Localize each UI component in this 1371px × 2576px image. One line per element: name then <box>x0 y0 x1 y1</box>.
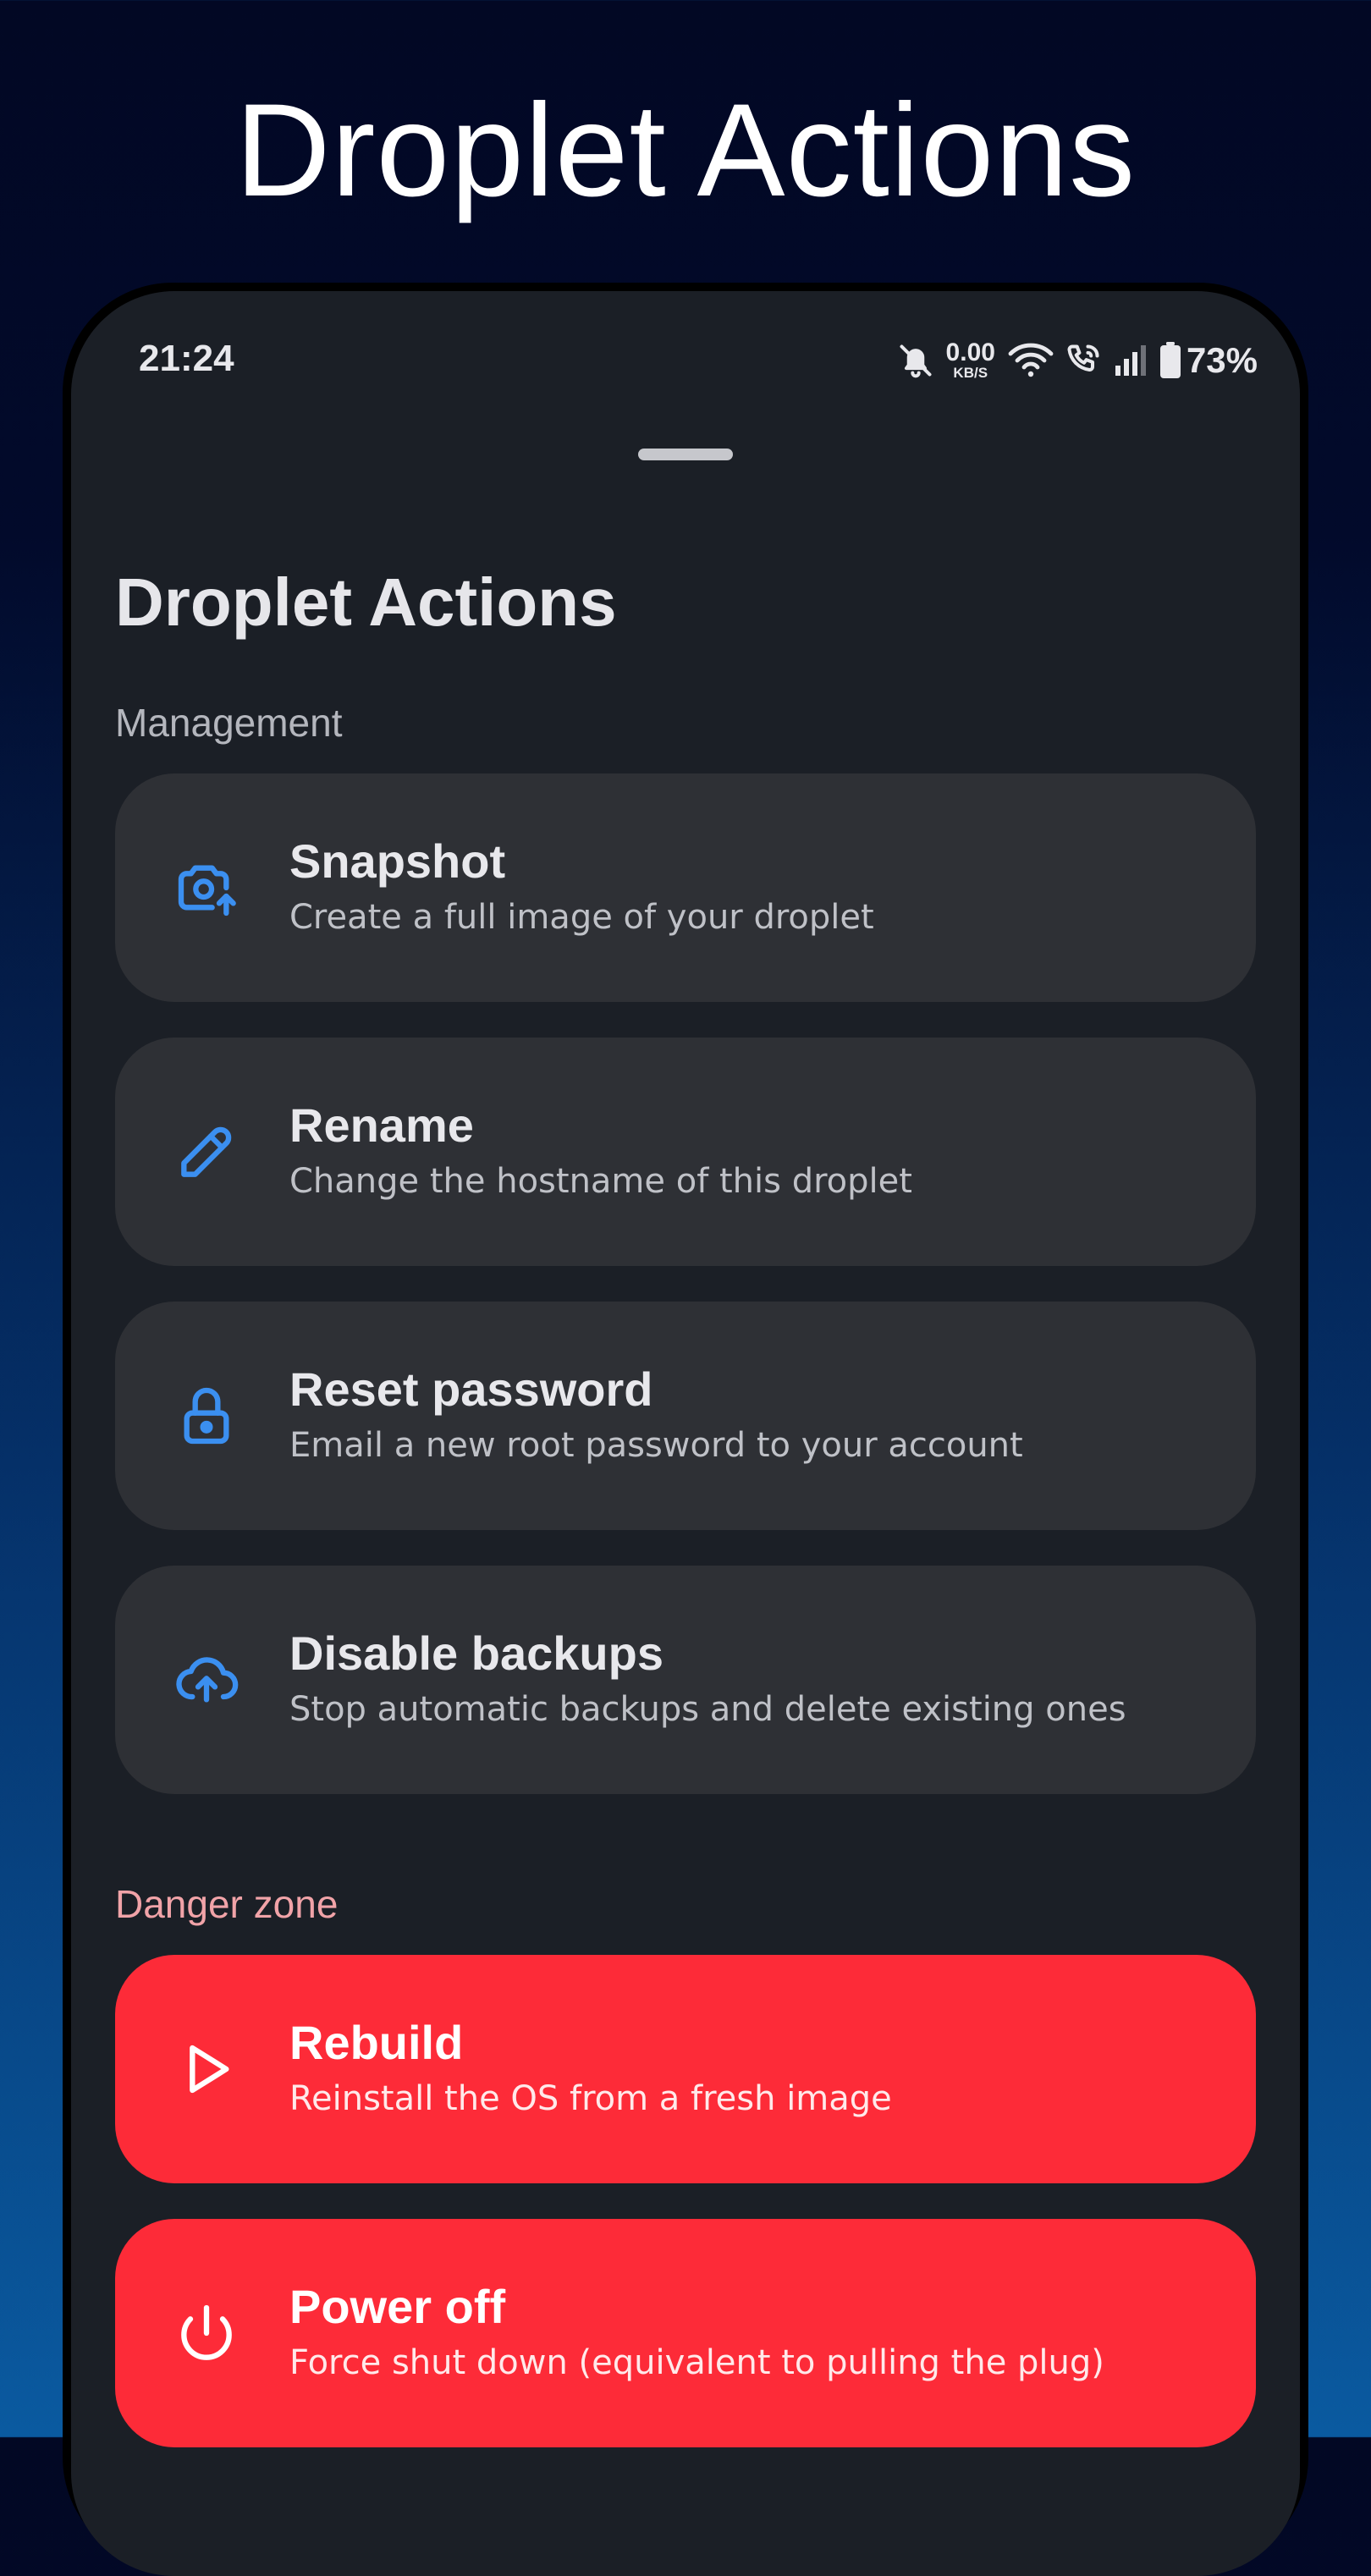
rebuild-title: Rebuild <box>289 2016 464 2069</box>
play-icon <box>173 2035 240 2103</box>
danger-zone-label: Danger zone <box>115 1882 339 1926</box>
rename-action[interactable]: Rename Change the hostname of this dropl… <box>115 1038 1256 1266</box>
battery-icon <box>1159 342 1181 379</box>
status-time: 21:24 <box>139 338 234 379</box>
signal-icon <box>1114 344 1148 377</box>
rebuild-action[interactable]: Rebuild Reinstall the OS from a fresh im… <box>115 1955 1256 2183</box>
snapshot-description: Create a full image of your droplet <box>289 898 874 937</box>
reset-password-action[interactable]: Reset password Email a new root password… <box>115 1302 1256 1530</box>
rename-title: Rename <box>289 1098 474 1152</box>
bell-off-icon <box>897 342 934 379</box>
power-off-action[interactable]: Power off Force shut down (equivalent to… <box>115 2219 1256 2447</box>
disable-backups-description: Stop automatic backups and delete existi… <box>289 1690 1126 1729</box>
wifi-icon <box>1007 342 1054 379</box>
sheet-title: Droplet Actions <box>115 564 617 640</box>
reset-password-description: Email a new root password to your accoun… <box>289 1426 1023 1465</box>
status-bar: 21:24 0.00 KB/S 73% <box>71 291 1300 427</box>
phone-screen: 21:24 0.00 KB/S 73% Droplet Actions Mana… <box>71 291 1300 2576</box>
net-speed-value: 0.00 <box>945 339 995 366</box>
camera-upload-icon <box>173 854 240 922</box>
status-icons: 0.00 KB/S 73% <box>897 335 1258 386</box>
promo-title: Droplet Actions <box>234 77 1137 224</box>
wifi-call-icon <box>1065 342 1102 379</box>
reset-password-title: Reset password <box>289 1362 653 1416</box>
pencil-icon <box>173 1118 240 1186</box>
power-icon <box>173 2299 240 2367</box>
net-speed-unit: KB/S <box>953 365 988 381</box>
disable-backups-title: Disable backups <box>289 1627 663 1680</box>
sheet-drag-handle[interactable] <box>638 449 733 460</box>
power-off-title: Power off <box>289 2280 506 2333</box>
snapshot-action[interactable]: Snapshot Create a full image of your dro… <box>115 773 1256 1002</box>
battery-percent: 73% <box>1186 340 1258 380</box>
cloud-upload-icon <box>173 1646 240 1714</box>
lock-icon <box>173 1382 240 1450</box>
management-section-label: Management <box>115 701 343 745</box>
net-speed: 0.00 KB/S <box>946 340 995 381</box>
rename-description: Change the hostname of this droplet <box>289 1162 912 1201</box>
disable-backups-action[interactable]: Disable backups Stop automatic backups a… <box>115 1566 1256 1794</box>
rebuild-description: Reinstall the OS from a fresh image <box>289 2079 892 2118</box>
power-off-description: Force shut down (equivalent to pulling t… <box>289 2343 1104 2382</box>
snapshot-title: Snapshot <box>289 834 506 888</box>
